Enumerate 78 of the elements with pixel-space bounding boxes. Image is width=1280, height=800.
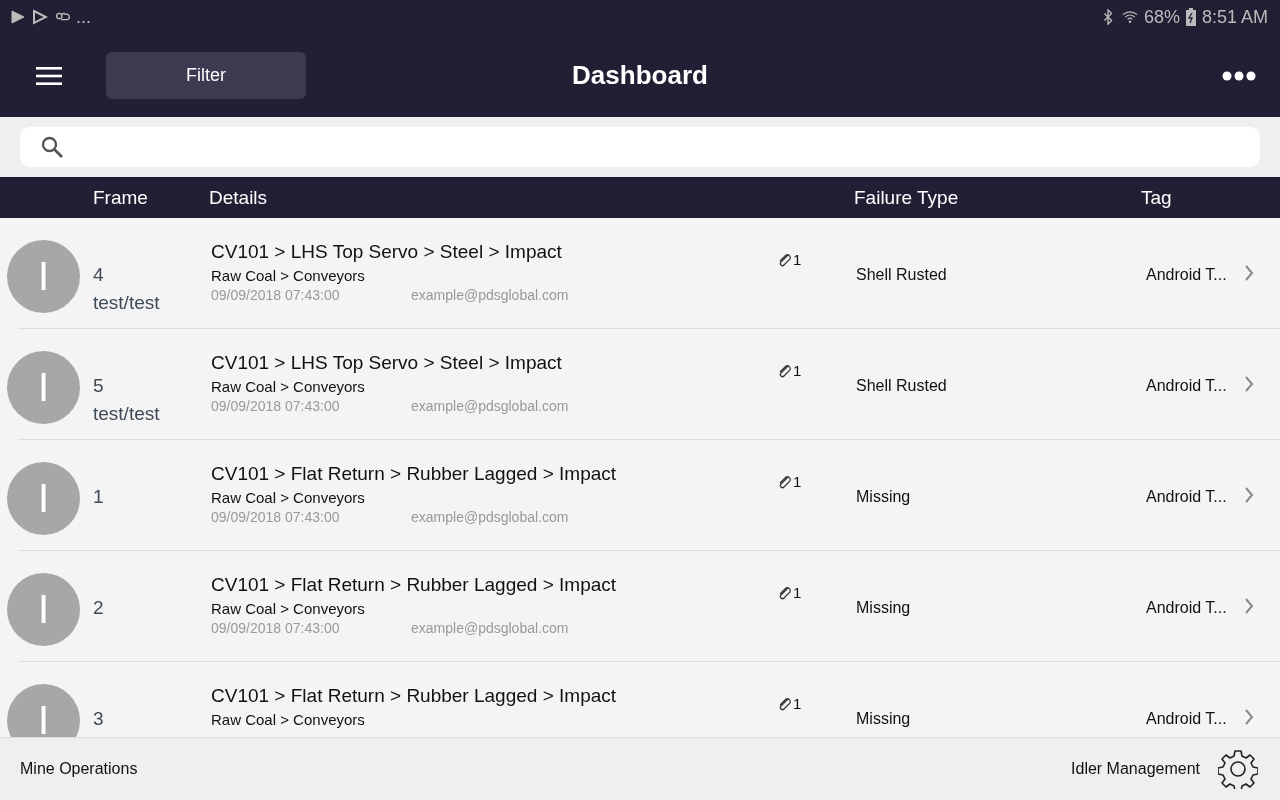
failure-type: Missing: [856, 710, 911, 728]
column-header: Failure Type: [854, 186, 959, 209]
detail-title: CV101 > Flat Return > Rubber Lagged > Impact: [211, 685, 617, 707]
avatar: I: [7, 462, 80, 535]
detail-date: 09/09/2018 07:43:00: [211, 509, 341, 525]
detail-title: CV101 > Flat Return > Rubber Lagged > Impact: [211, 463, 617, 485]
battery-icon: [1185, 8, 1196, 26]
chevron-right-icon[interactable]: [1244, 265, 1254, 281]
failure-type: Shell Rusted: [856, 377, 947, 395]
search-field[interactable]: [20, 127, 1260, 167]
search-icon: [40, 135, 64, 159]
wifi-icon: [1121, 9, 1138, 25]
battery-percent: 68%: [1143, 6, 1180, 28]
chevron-right-icon[interactable]: [1244, 376, 1254, 392]
tag-text: Android T...: [1146, 488, 1227, 506]
list-row[interactable]: I 2 CV101 > Flat Return > Rubber Lagged > Impact Raw Coal > Conveyors 09/09/2018 07:43:00 example@pdsglobal.com 1 Missing Android T...: [0, 551, 1280, 662]
frame-number: 5: [93, 375, 105, 397]
column-header: Tag: [1141, 186, 1172, 209]
idler-management-link[interactable]: Idler Management: [1071, 760, 1200, 778]
frame-user: test/test: [93, 292, 160, 314]
settings-icon[interactable]: [1218, 749, 1258, 789]
paperclip-icon: [777, 251, 793, 268]
list-row[interactable]: I 4 test/test CV101 > LHS Top Servo > Steel > Impact Raw Coal > Conveyors 09/09/2018 07:43:00 example@pdsglobal.com 1 Shell Rusted Android T...: [0, 218, 1280, 329]
avatar: I: [7, 684, 80, 737]
detail-email: example@pdsglobal.com: [411, 398, 569, 414]
avatar: I: [7, 240, 80, 313]
frame-number: 3: [93, 708, 104, 730]
frame-number: 1: [93, 486, 104, 508]
attachment-count: 1: [793, 473, 802, 490]
more-icon[interactable]: [1222, 70, 1256, 81]
page-title: Dashboard: [572, 60, 708, 91]
failure-type: Missing: [856, 599, 911, 617]
detail-path: Raw Coal > Conveyors: [211, 489, 366, 506]
detail-date: 09/09/2018 07:43:00: [211, 620, 341, 636]
chevron-right-icon[interactable]: [1244, 598, 1254, 614]
frame-number: 2: [93, 597, 104, 619]
detail-email: example@pdsglobal.com: [411, 620, 569, 636]
detail-date: 09/09/2018 07:43:00: [211, 287, 341, 303]
attachment-count: 1: [793, 251, 802, 268]
column-header: Details: [209, 186, 268, 209]
detail-title: CV101 > Flat Return > Rubber Lagged > Impact: [211, 574, 617, 596]
detail-email: example@pdsglobal.com: [411, 509, 569, 525]
menu-icon[interactable]: [36, 66, 62, 85]
tag-text: Android T...: [1146, 710, 1227, 728]
detail-path: Raw Coal > Conveyors: [211, 711, 366, 728]
paperclip-icon: [777, 584, 793, 601]
avatar: I: [7, 573, 80, 646]
clock: 8:51 AM: [1201, 6, 1268, 28]
list-row[interactable]: I 5 test/test CV101 > LHS Top Servo > Steel > Impact Raw Coal > Conveyors 09/09/2018 07:43:00 example@pdsglobal.com 1 Shell Rusted Android T...: [0, 329, 1280, 440]
detail-email: example@pdsglobal.com: [411, 287, 569, 303]
play-icon: [32, 9, 48, 25]
column-header: Frame: [93, 186, 148, 209]
filter-button[interactable]: Filter: [106, 52, 306, 99]
more-notifications: ...: [76, 6, 91, 28]
chevron-right-icon[interactable]: [1244, 487, 1254, 503]
attachment-count: 1: [793, 362, 802, 379]
paperclip-icon: [777, 473, 793, 490]
detail-path: Raw Coal > Conveyors: [211, 378, 366, 395]
failure-type: Missing: [856, 488, 911, 506]
paperclip-icon: [777, 695, 793, 712]
mine-operations-link[interactable]: Mine Operations: [20, 760, 138, 778]
chevron-right-icon[interactable]: [1244, 709, 1254, 725]
detail-title: CV101 > LHS Top Servo > Steel > Impact: [211, 352, 563, 374]
tag-text: Android T...: [1146, 266, 1227, 284]
failure-type: Shell Rusted: [856, 266, 947, 284]
frame-user: test/test: [93, 403, 160, 425]
tag-text: Android T...: [1146, 599, 1227, 617]
avatar: I: [7, 351, 80, 424]
tag-text: Android T...: [1146, 377, 1227, 395]
list-row[interactable]: I 1 CV101 > Flat Return > Rubber Lagged > Impact Raw Coal > Conveyors 09/09/2018 07:43:00 example@pdsglobal.com 1 Missing Android T...: [0, 440, 1280, 551]
paperclip-icon: [777, 362, 793, 379]
frame-number: 4: [93, 264, 105, 286]
detail-path: Raw Coal > Conveyors: [211, 600, 366, 617]
detail-path: Raw Coal > Conveyors: [211, 267, 366, 284]
attachment-count: 1: [793, 584, 802, 601]
detail-date: 09/09/2018 07:43:00: [211, 398, 341, 414]
attachment-count: 1: [793, 695, 802, 712]
detail-title: CV101 > LHS Top Servo > Steel > Impact: [211, 241, 563, 263]
